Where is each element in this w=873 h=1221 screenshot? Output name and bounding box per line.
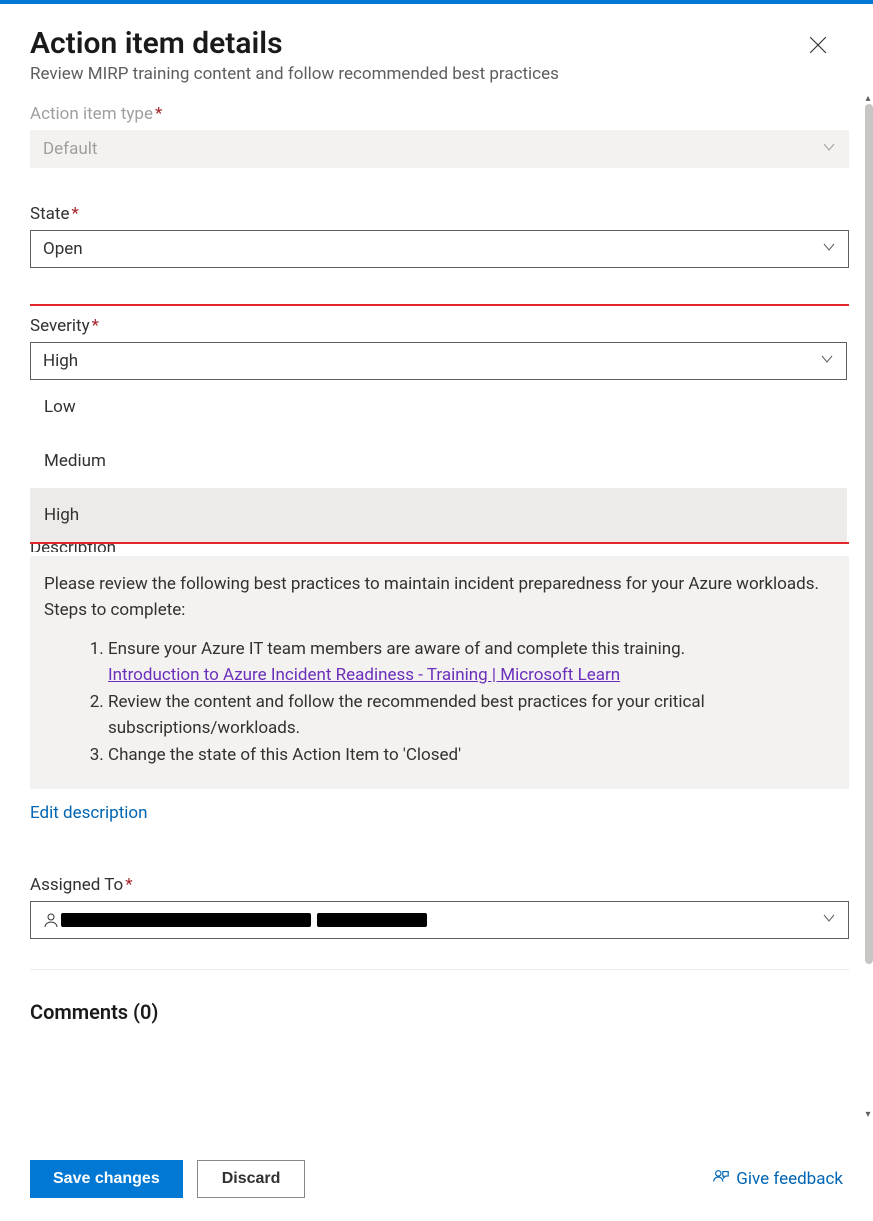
- severity-label: Severity*: [30, 316, 847, 336]
- description-box: Please review the following best practic…: [30, 556, 849, 789]
- label-text: Assigned To: [30, 875, 123, 895]
- severity-field: Severity* High Low Medium High: [30, 316, 847, 542]
- state-field: State* Open: [30, 204, 849, 268]
- state-label: State*: [30, 204, 849, 224]
- give-feedback-link[interactable]: Give feedback: [712, 1168, 843, 1191]
- close-icon: [809, 42, 827, 57]
- step-text: Ensure your Azure IT team members are aw…: [108, 639, 685, 659]
- required-indicator: *: [92, 316, 99, 336]
- severity-option-medium[interactable]: Medium: [30, 434, 847, 488]
- footer-bar: Save changes Discard Give feedback: [0, 1137, 873, 1221]
- scroll-down-arrow-icon[interactable]: ▾: [863, 1110, 873, 1120]
- assigned-to-input[interactable]: [30, 901, 849, 939]
- person-icon: [43, 910, 59, 930]
- discard-button[interactable]: Discard: [197, 1160, 306, 1198]
- redacted-name-2: [317, 913, 427, 927]
- action-item-type-dropdown: Default: [30, 130, 849, 168]
- severity-options-list: Low Medium High: [30, 380, 847, 542]
- assigned-to-label: Assigned To*: [30, 875, 849, 895]
- action-item-type-label: Action item type*: [30, 104, 849, 124]
- description-intro: Please review the following best practic…: [44, 572, 835, 623]
- label-text: State: [30, 204, 69, 224]
- action-item-panel: Action item details Review MIRP training…: [0, 4, 873, 1124]
- feedback-icon: [712, 1168, 730, 1191]
- label-text: Action item type: [30, 104, 153, 124]
- comments-heading: Comments (0): [30, 1000, 849, 1024]
- state-dropdown[interactable]: Open: [30, 230, 849, 268]
- action-item-type-field: Action item type* Default: [30, 104, 849, 168]
- dropdown-value: Open: [43, 239, 83, 259]
- required-indicator: *: [71, 204, 78, 224]
- chevron-down-icon: [822, 139, 836, 159]
- required-indicator: *: [155, 104, 162, 124]
- chevron-down-icon: [820, 351, 834, 371]
- edit-description-link[interactable]: Edit description: [30, 803, 148, 823]
- required-indicator: *: [125, 875, 132, 895]
- severity-highlight-box: Severity* High Low Medium High: [30, 304, 849, 544]
- assigned-to-field: Assigned To*: [30, 875, 849, 939]
- page-title: Action item details: [30, 26, 283, 62]
- section-divider: [30, 969, 849, 970]
- description-step-3: Change the state of this Action Item to …: [108, 743, 835, 769]
- chevron-down-icon: [822, 239, 836, 259]
- scrollbar-thumb[interactable]: [865, 104, 873, 964]
- feedback-label: Give feedback: [736, 1169, 843, 1189]
- training-link[interactable]: Introduction to Azure Incident Readiness…: [108, 665, 620, 685]
- scrollbar[interactable]: [865, 104, 873, 1004]
- page-subtitle: Review MIRP training content and follow …: [30, 64, 841, 84]
- dropdown-value: Default: [43, 139, 97, 159]
- scroll-up-arrow-icon[interactable]: ▴: [863, 94, 873, 104]
- redacted-name: [61, 913, 311, 927]
- close-button[interactable]: [805, 32, 831, 61]
- dropdown-value: High: [43, 351, 78, 371]
- description-step-2: Review the content and follow the recomm…: [108, 690, 835, 741]
- form-scroll-area: Action item type* Default State* Open: [30, 104, 849, 1124]
- severity-option-high[interactable]: High: [30, 488, 847, 542]
- severity-option-low[interactable]: Low: [30, 380, 847, 434]
- label-text: Severity: [30, 316, 90, 336]
- severity-dropdown[interactable]: High: [30, 342, 847, 380]
- description-step-1: Ensure your Azure IT team members are aw…: [108, 637, 835, 688]
- save-button[interactable]: Save changes: [30, 1160, 183, 1198]
- chevron-down-icon: [822, 910, 836, 930]
